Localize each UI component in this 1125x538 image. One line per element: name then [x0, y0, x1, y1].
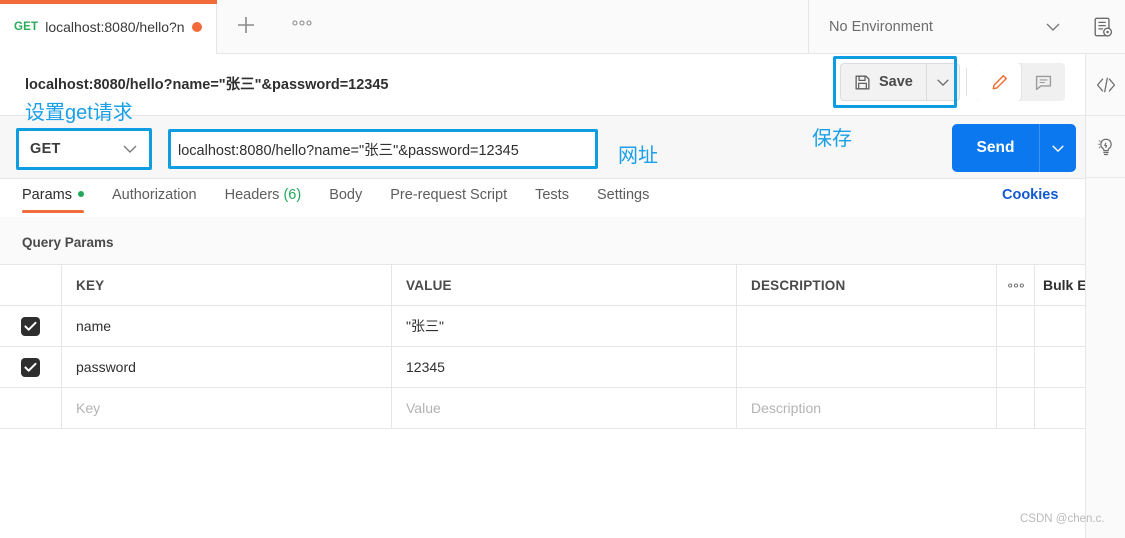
chevron-down-icon — [122, 144, 138, 154]
save-disk-icon — [854, 74, 871, 91]
watermark-label: CSDN @chen.c. — [1020, 513, 1105, 525]
row-trailing-cell — [1035, 306, 1086, 346]
table-header-row: KEY VALUE DESCRIPTION Bulk Edit — [0, 265, 1104, 306]
title-row-divider — [966, 68, 967, 96]
send-button-group[interactable]: Send — [952, 124, 1076, 172]
annotation-save: 保存 — [812, 128, 852, 150]
row-description-cell[interactable] — [737, 306, 997, 346]
checkbox-checked-icon[interactable] — [21, 357, 40, 377]
row-key-value: password — [76, 359, 136, 375]
row-value-cell[interactable]: "张三" — [392, 306, 737, 346]
table-row[interactable]: name "张三" — [0, 306, 1086, 347]
table-options-button[interactable] — [997, 265, 1035, 305]
documentation-hint-button[interactable] — [1086, 116, 1125, 178]
request-body-empty-area — [0, 429, 1086, 538]
row-trailing-cell — [1035, 388, 1086, 428]
query-params-section-label: Query Params — [22, 235, 114, 250]
http-method-label: GET — [30, 141, 61, 157]
postman-window: GET localhost:8080/hello?n No Environmen… — [0, 0, 1125, 538]
request-tab-active[interactable]: GET localhost:8080/hello?n — [0, 0, 217, 54]
bulk-edit-button[interactable]: Bulk Edit — [1035, 265, 1104, 305]
tab-bar: GET localhost:8080/hello?n No Environmen… — [0, 0, 1125, 54]
tab-options-button[interactable] — [275, 0, 329, 53]
table-row[interactable]: password 12345 — [0, 347, 1086, 388]
tab-headers-count: (6) — [283, 187, 302, 203]
header-checkbox-cell — [0, 265, 62, 305]
row-key-cell[interactable]: name — [62, 306, 392, 346]
chevron-down-icon — [1045, 22, 1061, 32]
row-description-cell[interactable] — [737, 347, 997, 387]
header-value-label: VALUE — [406, 277, 452, 293]
url-input-value: localhost:8080/hello?name="张三"&password=… — [178, 142, 519, 159]
header-value-cell: VALUE — [392, 265, 737, 305]
tab-body[interactable]: Body — [329, 179, 362, 212]
save-button-group[interactable]: Save — [840, 63, 960, 101]
tab-tests[interactable]: Tests — [535, 179, 569, 212]
new-description-placeholder: Description — [751, 400, 822, 416]
row-trailing-cell — [1035, 347, 1086, 387]
new-tab-button[interactable] — [217, 0, 275, 53]
row-options-cell — [997, 388, 1035, 428]
query-params-table: KEY VALUE DESCRIPTION Bulk Edit name "张三… — [0, 264, 1104, 429]
row-key-cell[interactable]: password — [62, 347, 392, 387]
edit-request-button[interactable] — [977, 63, 1021, 101]
row-value-value: 12345 — [406, 359, 445, 375]
request-section-tabs: Params Authorization Headers (6) Body Pr… — [0, 179, 1086, 217]
new-value-input[interactable]: Value — [392, 388, 737, 428]
row-key-value: name — [76, 318, 112, 334]
save-button-label: Save — [879, 74, 913, 90]
header-key-cell: KEY — [62, 265, 392, 305]
tab-params-label: Params — [22, 187, 72, 203]
request-name-label: localhost:8080/hello?name="张三"&password=… — [25, 77, 389, 93]
row-options-cell — [997, 306, 1035, 346]
comment-request-button[interactable] — [1021, 63, 1065, 101]
table-row-empty[interactable]: Key Value Description — [0, 388, 1086, 429]
code-snippet-button[interactable] — [1086, 54, 1125, 116]
annotation-url: 网址 — [618, 145, 658, 167]
row-checkbox-cell[interactable] — [0, 347, 62, 387]
checkbox-checked-icon[interactable] — [21, 316, 40, 336]
environment-quick-look-button[interactable] — [1081, 0, 1125, 53]
header-description-cell: DESCRIPTION — [737, 265, 997, 305]
new-value-placeholder: Value — [406, 400, 441, 416]
new-key-input[interactable]: Key — [62, 388, 392, 428]
tab-headers-label: Headers — [224, 187, 280, 203]
tab-settings[interactable]: Settings — [597, 179, 649, 212]
row-checkbox-cell[interactable] — [0, 306, 62, 346]
tab-method-label: GET — [14, 21, 39, 33]
url-input[interactable]: localhost:8080/hello?name="张三"&password=… — [168, 129, 598, 169]
new-description-input[interactable]: Description — [737, 388, 997, 428]
row-checkbox-cell-empty[interactable] — [0, 388, 62, 428]
environment-selector[interactable]: No Environment — [809, 0, 1081, 53]
header-description-label: DESCRIPTION — [751, 277, 846, 293]
right-sidebar — [1086, 54, 1125, 538]
tab-pre-request-script[interactable]: Pre-request Script — [390, 179, 507, 212]
send-button[interactable]: Send — [952, 124, 1040, 172]
http-method-dropdown[interactable]: GET — [16, 128, 152, 170]
row-options-cell — [997, 347, 1035, 387]
environment-selected-label: No Environment — [829, 18, 933, 35]
send-options-button[interactable] — [1040, 124, 1076, 172]
new-key-placeholder: Key — [76, 400, 101, 416]
tab-authorization[interactable]: Authorization — [112, 179, 197, 212]
tab-bar-spacer — [329, 0, 809, 53]
tab-params[interactable]: Params — [22, 179, 84, 213]
save-button[interactable]: Save — [841, 64, 927, 100]
header-key-label: KEY — [76, 277, 105, 293]
save-options-button[interactable] — [927, 64, 959, 100]
params-active-dot-icon — [77, 191, 84, 197]
row-value-value: "张三" — [406, 318, 444, 334]
request-action-icons — [977, 63, 1065, 101]
cookies-link[interactable]: Cookies — [1002, 187, 1058, 203]
tab-title-label: localhost:8080/hello?n — [45, 19, 185, 35]
tab-headers[interactable]: Headers (6) — [225, 179, 302, 212]
annotation-set-get-request: 设置get请求 — [25, 102, 133, 124]
row-value-cell[interactable]: 12345 — [392, 347, 737, 387]
unsaved-changes-dot-icon — [191, 22, 202, 32]
